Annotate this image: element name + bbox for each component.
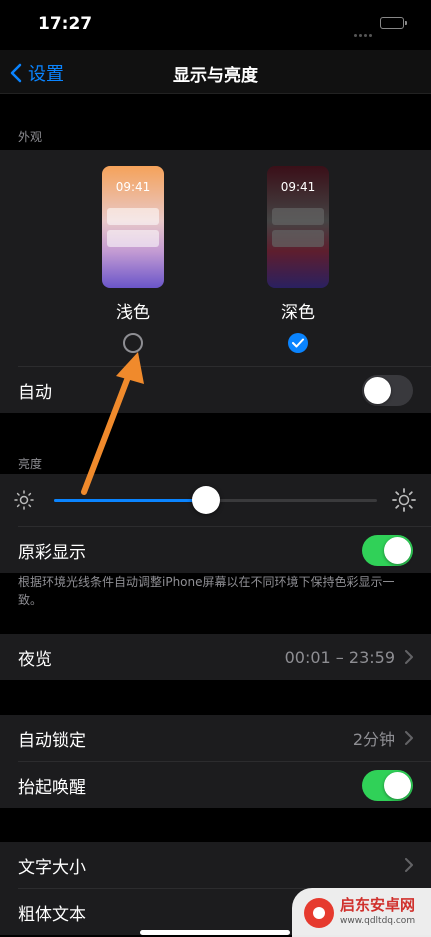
night-shift-label: 夜览 (18, 649, 52, 670)
checkmark-icon (292, 338, 304, 348)
bold-text-label: 粗体文本 (18, 904, 86, 925)
chevron-right-icon (405, 858, 413, 872)
appearance-section-label: 外观 (18, 130, 43, 144)
raise-to-wake-toggle[interactable] (362, 769, 413, 801)
light-mode-option[interactable]: 09:41 浅色 (102, 166, 164, 353)
raise-to-wake-label: 抬起唤醒 (18, 777, 86, 798)
dark-mode-preview: 09:41 (267, 166, 329, 288)
dark-mode-radio[interactable] (288, 333, 308, 353)
auto-appearance-row: 自动 (0, 367, 431, 413)
chevron-right-icon (405, 650, 413, 664)
true-tone-row: 原彩显示 (0, 527, 431, 573)
chevron-right-icon (405, 731, 413, 745)
sun-small-icon (14, 490, 34, 510)
cellular-signal-icon (354, 22, 374, 41)
true-tone-toggle[interactable] (362, 534, 413, 566)
auto-lock-label: 自动锁定 (18, 730, 86, 751)
dark-mode-option[interactable]: 09:41 深色 (267, 166, 329, 353)
text-size-row[interactable]: 文字大小 (0, 842, 431, 888)
lock-group: 自动锁定 2分钟 抬起唤醒 (0, 715, 431, 808)
sun-large-icon (392, 488, 416, 512)
brightness-group: 原彩显示 (0, 474, 431, 573)
true-tone-label: 原彩显示 (18, 542, 86, 563)
dark-mode-label: 深色 (281, 303, 315, 323)
site-watermark: 启东安卓网 www.qdltdq.com (292, 888, 431, 937)
auto-lock-value: 2分钟 (352, 730, 395, 749)
status-bar: 17:27 (0, 0, 431, 50)
auto-lock-row[interactable]: 自动锁定 2分钟 (0, 715, 431, 761)
light-mode-label: 浅色 (116, 303, 150, 323)
brightness-section-label: 亮度 (18, 457, 43, 471)
appearance-group: 09:41 浅色 09:41 深色 自动 (0, 150, 431, 413)
light-mode-preview: 09:41 (102, 166, 164, 288)
light-mode-radio[interactable] (123, 333, 143, 353)
auto-appearance-label: 自动 (18, 382, 52, 403)
raise-to-wake-row: 抬起唤醒 (0, 762, 431, 808)
text-size-label: 文字大小 (18, 857, 86, 878)
appearance-picker: 09:41 浅色 09:41 深色 (0, 150, 431, 366)
page-title: 显示与亮度 (173, 66, 258, 86)
navigation-bar: 设置 显示与亮度 (0, 50, 431, 94)
night-shift-group: 夜览 00:01 – 23:59 (0, 634, 431, 680)
watermark-url: www.qdltdq.com (340, 915, 416, 926)
light-preview-time: 09:41 (115, 180, 151, 194)
watermark-logo-icon (304, 897, 334, 928)
night-shift-row[interactable]: 夜览 00:01 – 23:59 (0, 634, 431, 680)
true-tone-footnote: 根据环境光线条件自动调整iPhone屏幕以在不同环境下保持色彩显示一致。 (18, 575, 395, 607)
battery-icon (380, 17, 407, 29)
status-time: 17:27 (38, 14, 93, 34)
brightness-slider-row (0, 474, 431, 526)
watermark-name: 启东安卓网 (340, 895, 416, 914)
brightness-slider-thumb[interactable] (191, 486, 220, 514)
auto-appearance-toggle[interactable] (362, 374, 413, 406)
home-indicator (140, 930, 290, 935)
dark-preview-time: 09:41 (280, 180, 316, 194)
night-shift-value: 00:01 – 23:59 (284, 647, 395, 667)
